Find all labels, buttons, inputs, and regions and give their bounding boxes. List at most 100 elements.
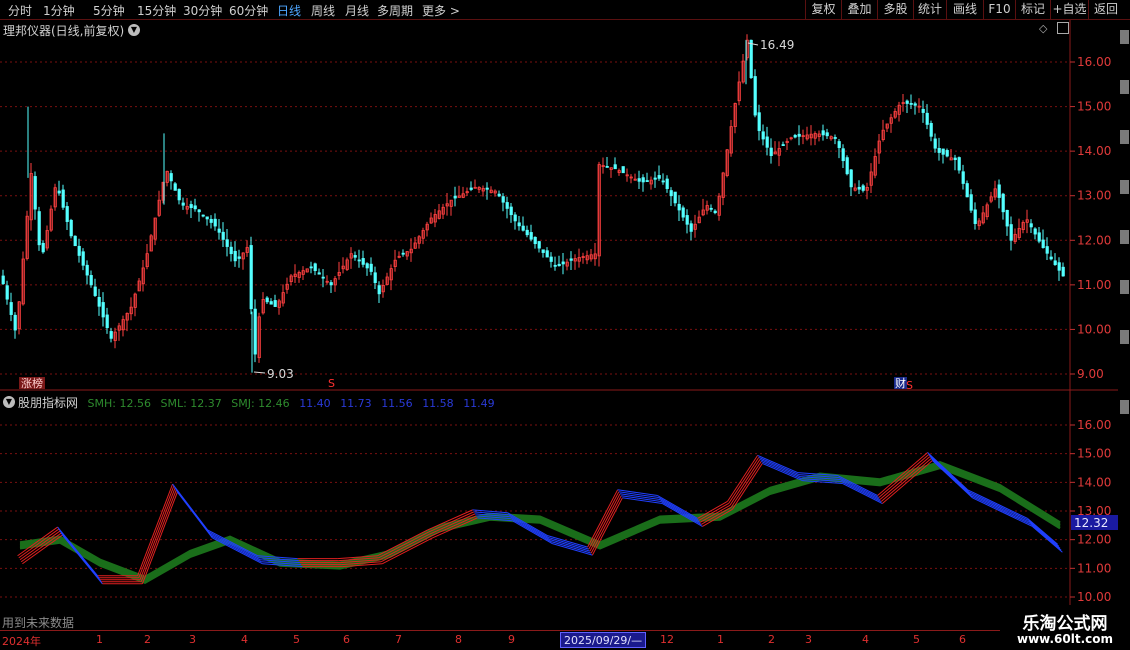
high-price-label: 16.49: [760, 38, 794, 52]
signal-s-marker[interactable]: S: [328, 377, 335, 390]
candle-body: [757, 112, 761, 132]
candle-body: [85, 264, 89, 276]
indicator-tick-label: 11.00: [1077, 561, 1111, 575]
indicator-fast-line: [998, 505, 1030, 521]
indicator-menu-icon[interactable]: ▼: [3, 396, 15, 408]
candle-body: [909, 103, 913, 105]
indicator-name[interactable]: 股朋指标网: [18, 396, 78, 410]
chart-canvas[interactable]: 16.0015.0014.0013.0012.0011.0010.009.00 …: [0, 0, 1130, 650]
candle-body: [201, 214, 205, 217]
indicator-fast-line: [552, 543, 593, 556]
watermark-url: www.60lt.com: [1016, 632, 1114, 646]
zhangbang-marker[interactable]: 涨榜: [21, 376, 43, 390]
low-annotation: 9.03: [253, 367, 294, 381]
month-label: 7: [395, 633, 402, 646]
candle-body: [401, 252, 405, 255]
month-label: 6: [343, 633, 350, 646]
indicator-fast-line: [1030, 524, 1062, 551]
month-label: 9: [508, 633, 515, 646]
candle-body: [1049, 256, 1053, 260]
month-label: 3: [189, 633, 196, 646]
candle-body: [925, 112, 929, 125]
candle-body: [557, 263, 561, 267]
indicator-tick-label: 16.00: [1077, 418, 1111, 432]
indicator-value-sml: SML: 12.37: [160, 397, 222, 410]
candle-body: [561, 261, 565, 265]
month-label: 4: [862, 633, 869, 646]
indicator-value: 11.40: [299, 397, 331, 410]
price-tick-label: 9.00: [1077, 367, 1104, 381]
indicator-fast-line: [842, 483, 883, 504]
indicator-fast-line: [137, 483, 174, 576]
candle-body: [225, 239, 229, 247]
candle-body: [1, 275, 5, 285]
candle-body: [313, 263, 317, 271]
financial-report-marker[interactable]: 财: [895, 376, 906, 390]
candle-body: [377, 285, 381, 295]
indicator-fast-line: [970, 495, 1002, 511]
candle-body: [361, 258, 365, 265]
price-tick-label: 11.00: [1077, 278, 1111, 292]
indicator-fast-line: [969, 493, 1001, 509]
candle-body: [553, 264, 557, 267]
candle-body: [709, 207, 713, 210]
indicator-fast-line: [968, 491, 1000, 507]
candle-body: [357, 259, 361, 262]
candle-body: [669, 190, 673, 197]
candle-body: [969, 194, 973, 211]
current-value-label: 12.32: [1074, 516, 1108, 530]
candle-body: [713, 210, 717, 214]
candle-body: [997, 184, 1001, 198]
indicator-value: 11.58: [422, 397, 454, 410]
candle-body: [193, 205, 197, 210]
candle-body: [9, 302, 13, 315]
year-label: 2024年: [2, 635, 41, 648]
candle-body: [825, 132, 829, 137]
candle-body: [509, 206, 513, 216]
candle-body: [673, 191, 677, 204]
candle-body: [653, 177, 657, 180]
candle-body: [1045, 246, 1049, 254]
price-tick-label: 15.00: [1077, 100, 1111, 114]
candle-body: [837, 141, 841, 148]
candle-body: [497, 193, 501, 197]
candle-body: [37, 211, 41, 246]
side-tab-strip[interactable]: [1118, 20, 1130, 610]
candle-body: [921, 108, 925, 113]
candle-body: [529, 232, 533, 240]
candle-body: [641, 177, 645, 183]
candle-body: [1001, 193, 1005, 213]
candle-body: [329, 282, 333, 286]
candle-body: [109, 331, 113, 339]
candle-body: [69, 219, 73, 237]
candle-body: [905, 100, 909, 104]
signal-s-marker[interactable]: S: [906, 379, 913, 392]
candle-body: [841, 148, 845, 162]
candle-body: [353, 255, 357, 258]
candle-body: [685, 215, 689, 225]
indicator-fast-line: [761, 460, 802, 480]
candle-body: [961, 171, 965, 184]
candle-body: [929, 123, 933, 137]
candle-body: [605, 165, 609, 168]
month-label: 8: [455, 633, 462, 646]
candle-body: [453, 195, 457, 199]
candle-body: [181, 202, 185, 206]
indicator-fast-line: [551, 541, 592, 554]
candle-body: [249, 245, 253, 310]
candle-body: [505, 202, 509, 209]
candle-body: [797, 133, 801, 137]
watermark-title: 乐淘公式网: [1022, 614, 1108, 634]
candle-body: [793, 134, 797, 138]
indicator-fast-line: [999, 507, 1031, 523]
watermark: 乐淘公式网 www.60lt.com: [1000, 605, 1130, 650]
month-label: 4: [241, 633, 248, 646]
indicator-fast-line: [379, 533, 431, 561]
month-label: 3: [805, 633, 812, 646]
candle-body: [933, 138, 937, 149]
time-axis[interactable]: 2024年 1 2 3 4 5 6 7 8 9 12 1 2 3 4 5 6 2…: [0, 630, 1070, 650]
candle-body: [517, 222, 521, 227]
price-tick-label: 10.00: [1077, 322, 1111, 336]
candle-body: [533, 236, 537, 245]
candle-body: [253, 308, 257, 355]
